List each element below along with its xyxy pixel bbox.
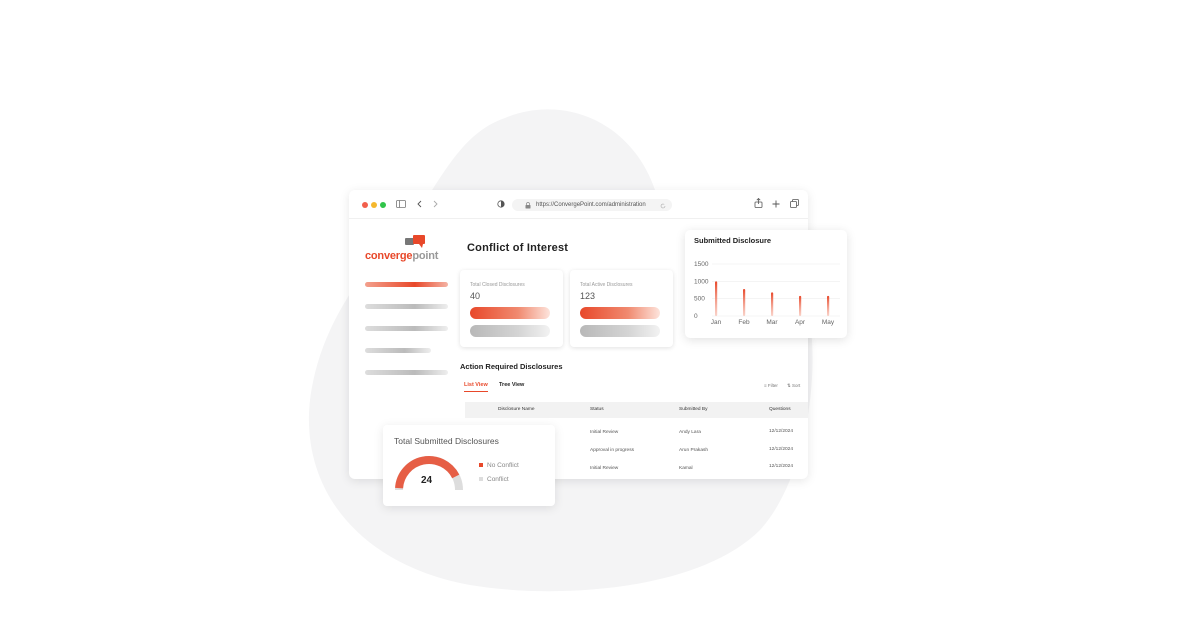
stat-value: 123: [580, 291, 596, 301]
column-header[interactable]: Questions: [769, 407, 791, 412]
url-text: https://ConvergePoint.com/administration: [536, 202, 646, 208]
close-window-dot[interactable]: [362, 202, 368, 208]
cell-date: 12/12/2024: [769, 429, 794, 434]
tab-list-view[interactable]: List View: [464, 382, 488, 392]
lock-icon: [524, 199, 532, 211]
reload-icon[interactable]: [658, 199, 668, 211]
column-header[interactable]: Submitted By: [679, 407, 708, 412]
y-tick-label: 0: [694, 313, 698, 320]
filter-icon: ≡: [764, 383, 767, 388]
legend-swatch: [479, 477, 483, 482]
cell-status: Initial Review: [590, 466, 619, 471]
logo-wordmark: convergepoint: [365, 250, 439, 262]
sort-icon: ⇅: [787, 383, 791, 388]
cell-submitted-by: Andy Lara: [679, 430, 701, 435]
bar-apr[interactable]: [799, 295, 802, 316]
donut-value: 24: [421, 475, 433, 486]
bar-feb[interactable]: [743, 288, 746, 316]
y-tick-label: 1500: [694, 261, 709, 268]
legend-swatch: [479, 463, 483, 468]
sort-button[interactable]: ⇅ Sort: [787, 383, 800, 389]
y-tick-label: 500: [694, 296, 705, 303]
bar-may[interactable]: [827, 295, 830, 316]
sidebar-item-active[interactable]: [365, 282, 448, 287]
filter-button[interactable]: ≡ Filter: [764, 383, 778, 388]
donut-title: Total Submitted Disclosures: [394, 436, 499, 446]
stat-card-active[interactable]: Total Active Disclosures 123: [570, 270, 673, 347]
filter-label: Filter: [767, 383, 778, 388]
sidebar-item[interactable]: [365, 370, 448, 375]
legend-conflict: Conflict: [479, 476, 509, 483]
sidebar-item[interactable]: [365, 326, 448, 331]
address-bar[interactable]: https://ConvergePoint.com/administration: [512, 199, 672, 211]
stat-label: Total Active Disclosures: [580, 282, 633, 288]
bar-mar[interactable]: [771, 292, 774, 316]
maximize-window-dot[interactable]: [380, 202, 386, 208]
stat-bar-secondary: [470, 325, 550, 337]
share-icon[interactable]: [751, 197, 765, 212]
x-tick-label: Apr: [795, 319, 806, 326]
x-tick-label: May: [822, 319, 835, 326]
logo-chat-icon: [405, 235, 425, 248]
cell-date: 12/12/2024: [769, 464, 794, 469]
column-header[interactable]: Disclosure Name: [498, 407, 535, 412]
tab-tree-view[interactable]: Tree View: [499, 382, 524, 391]
cell-status: Approval in progress: [590, 448, 634, 453]
forward-icon[interactable]: [428, 198, 442, 212]
stat-card-closed[interactable]: Total Closed Disclosures 40: [460, 270, 563, 347]
minimize-window-dot[interactable]: [371, 202, 377, 208]
legend-no-conflict: No Conflict: [479, 462, 519, 469]
page-title: Conflict of Interest: [467, 242, 569, 254]
submitted-disclosure-chart-card[interactable]: Submitted Disclosure 1500 1000 500 0 Jan Feb M…: [685, 230, 847, 338]
cell-date: 12/12/2024: [769, 447, 794, 452]
tabs-overview-icon[interactable]: [787, 198, 801, 212]
privacy-shield-icon[interactable]: [494, 198, 508, 212]
stat-bar-primary: [470, 307, 550, 319]
table-header: Disclosure Name Status Submitted By Ques…: [465, 402, 808, 418]
x-tick-label: Jan: [711, 319, 722, 326]
x-tick-label: Mar: [766, 319, 778, 326]
browser-titlebar: https://ConvergePoint.com/administration: [349, 190, 808, 219]
donut-gauge: [395, 456, 463, 491]
action-required-title: Action Required Disclosures: [460, 362, 563, 371]
new-tab-icon[interactable]: [769, 198, 783, 212]
sort-label: Sort: [792, 383, 801, 388]
column-header[interactable]: Status: [590, 407, 604, 412]
x-tick-label: Feb: [738, 319, 750, 326]
sidebar-item[interactable]: [365, 304, 448, 309]
back-icon[interactable]: [413, 198, 427, 212]
bar-jan[interactable]: [715, 281, 718, 316]
cell-submitted-by: Kamal: [679, 466, 693, 471]
total-submitted-card[interactable]: Total Submitted Disclosures 24 No Confli…: [383, 425, 555, 506]
y-tick-label: 1000: [694, 278, 709, 285]
cell-status: Initial Review: [590, 430, 619, 435]
stat-label: Total Closed Disclosures: [470, 282, 525, 288]
bar-chart: 1500 1000 500 0 Jan Feb Mar Apr May: [694, 261, 840, 326]
sidebar-item[interactable]: [365, 348, 431, 353]
stat-value: 40: [470, 291, 481, 301]
cell-submitted-by: Arun Prakash: [679, 448, 709, 453]
stat-bar-secondary: [580, 325, 660, 337]
stat-bar-primary: [580, 307, 660, 319]
sidebar-toggle-icon[interactable]: [394, 198, 408, 212]
